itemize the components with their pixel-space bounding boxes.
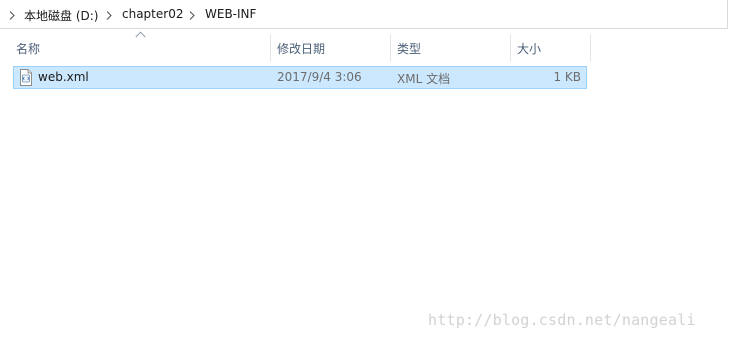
column-header-name[interactable]: 名称 xyxy=(0,30,270,64)
address-bar[interactable]: 本地磁盘 (D:) chapter02 WEB-INF xyxy=(0,0,728,29)
file-name: web.xml xyxy=(38,70,89,84)
breadcrumb-item-drive[interactable]: 本地磁盘 (D:) xyxy=(24,7,98,24)
column-header-size[interactable]: 大小 xyxy=(511,30,590,64)
column-divider[interactable] xyxy=(590,34,591,62)
file-explorer-window: 本地磁盘 (D:) chapter02 WEB-INF 名称 修改日期 类型 大… xyxy=(0,0,730,342)
column-header-label: 大小 xyxy=(517,42,542,56)
file-date-modified: 2017/9/4 3:06 xyxy=(277,70,362,84)
column-header-label: 名称 xyxy=(16,42,41,56)
chevron-right-icon[interactable] xyxy=(103,8,115,22)
watermark-text: http://blog.csdn.net/nangeali xyxy=(428,311,696,329)
sort-ascending-icon xyxy=(135,31,146,38)
column-header-type[interactable]: 类型 xyxy=(391,30,510,64)
breadcrumb-item-chapter02[interactable]: chapter02 xyxy=(122,7,183,21)
column-header-label: 类型 xyxy=(397,42,422,56)
chevron-right-icon[interactable] xyxy=(6,8,18,22)
chevron-right-icon[interactable] xyxy=(186,8,198,22)
xml-file-icon xyxy=(18,69,34,86)
file-type: XML 文档 xyxy=(397,72,451,86)
column-header-row: 名称 修改日期 类型 大小 xyxy=(0,30,730,64)
file-size: 1 KB xyxy=(553,70,581,84)
file-row-web-xml[interactable]: web.xml 2017/9/4 3:06 XML 文档 1 KB xyxy=(13,66,587,89)
column-header-label: 修改日期 xyxy=(277,42,326,56)
column-header-date-modified[interactable]: 修改日期 xyxy=(271,30,390,64)
breadcrumb-item-web-inf[interactable]: WEB-INF xyxy=(205,7,256,21)
